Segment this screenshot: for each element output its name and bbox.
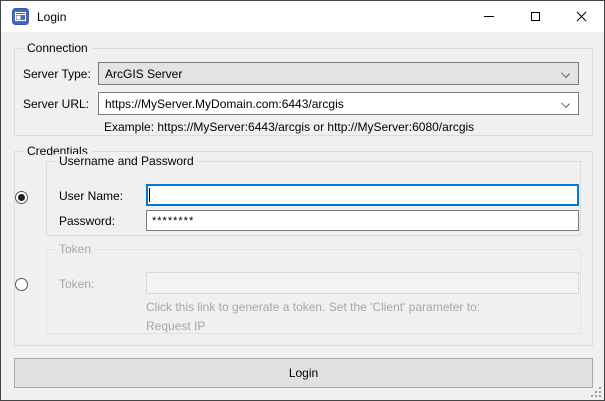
close-button[interactable] [558,1,604,31]
server-type-label: Server Type: [23,66,91,82]
server-type-value: ArcGIS Server [105,67,182,81]
user-name-label: User Name: [59,188,123,204]
username-password-group-label: Username and Password [55,154,198,169]
resize-grip-icon[interactable] [591,387,601,397]
token-input[interactable] [146,272,579,294]
token-helper-text: Click this link to generate a token. Set… [146,300,480,314]
chevron-down-icon [561,99,570,108]
login-dialog: Login Connection Server Type: ArcGIS Ser… [0,0,605,401]
request-ip-link[interactable]: Request IP [146,319,205,333]
server-url-label: Server URL: [23,96,89,112]
minimize-icon [484,16,494,17]
form-window-icon [12,8,29,25]
connection-group-label: Connection [23,41,92,56]
server-url-example-text: Example: https://MyServer:6443/arcgis or… [104,119,474,135]
caption-buttons [466,1,604,31]
minimize-button[interactable] [466,1,512,31]
token-radio[interactable] [15,278,28,291]
close-icon [576,11,587,22]
maximize-button[interactable] [512,1,558,31]
token-label: Token: [59,276,94,292]
login-button[interactable]: Login [14,358,593,388]
window-title: Login [37,10,66,24]
titlebar: Login [1,1,604,32]
username-password-radio[interactable] [15,191,28,204]
password-input[interactable] [146,210,579,231]
maximize-icon [531,12,540,21]
server-url-value: https://MyServer.MyDomain.com:6443/arcgi… [105,97,344,111]
user-name-input[interactable] [146,184,579,206]
text-caret [149,188,150,202]
token-group-label: Token [55,242,95,257]
server-url-combobox[interactable]: https://MyServer.MyDomain.com:6443/arcgi… [98,92,579,115]
login-button-label: Login [289,366,318,380]
password-label: Password: [59,213,115,229]
server-type-combobox[interactable]: ArcGIS Server [98,62,579,85]
chevron-down-icon [561,69,570,78]
